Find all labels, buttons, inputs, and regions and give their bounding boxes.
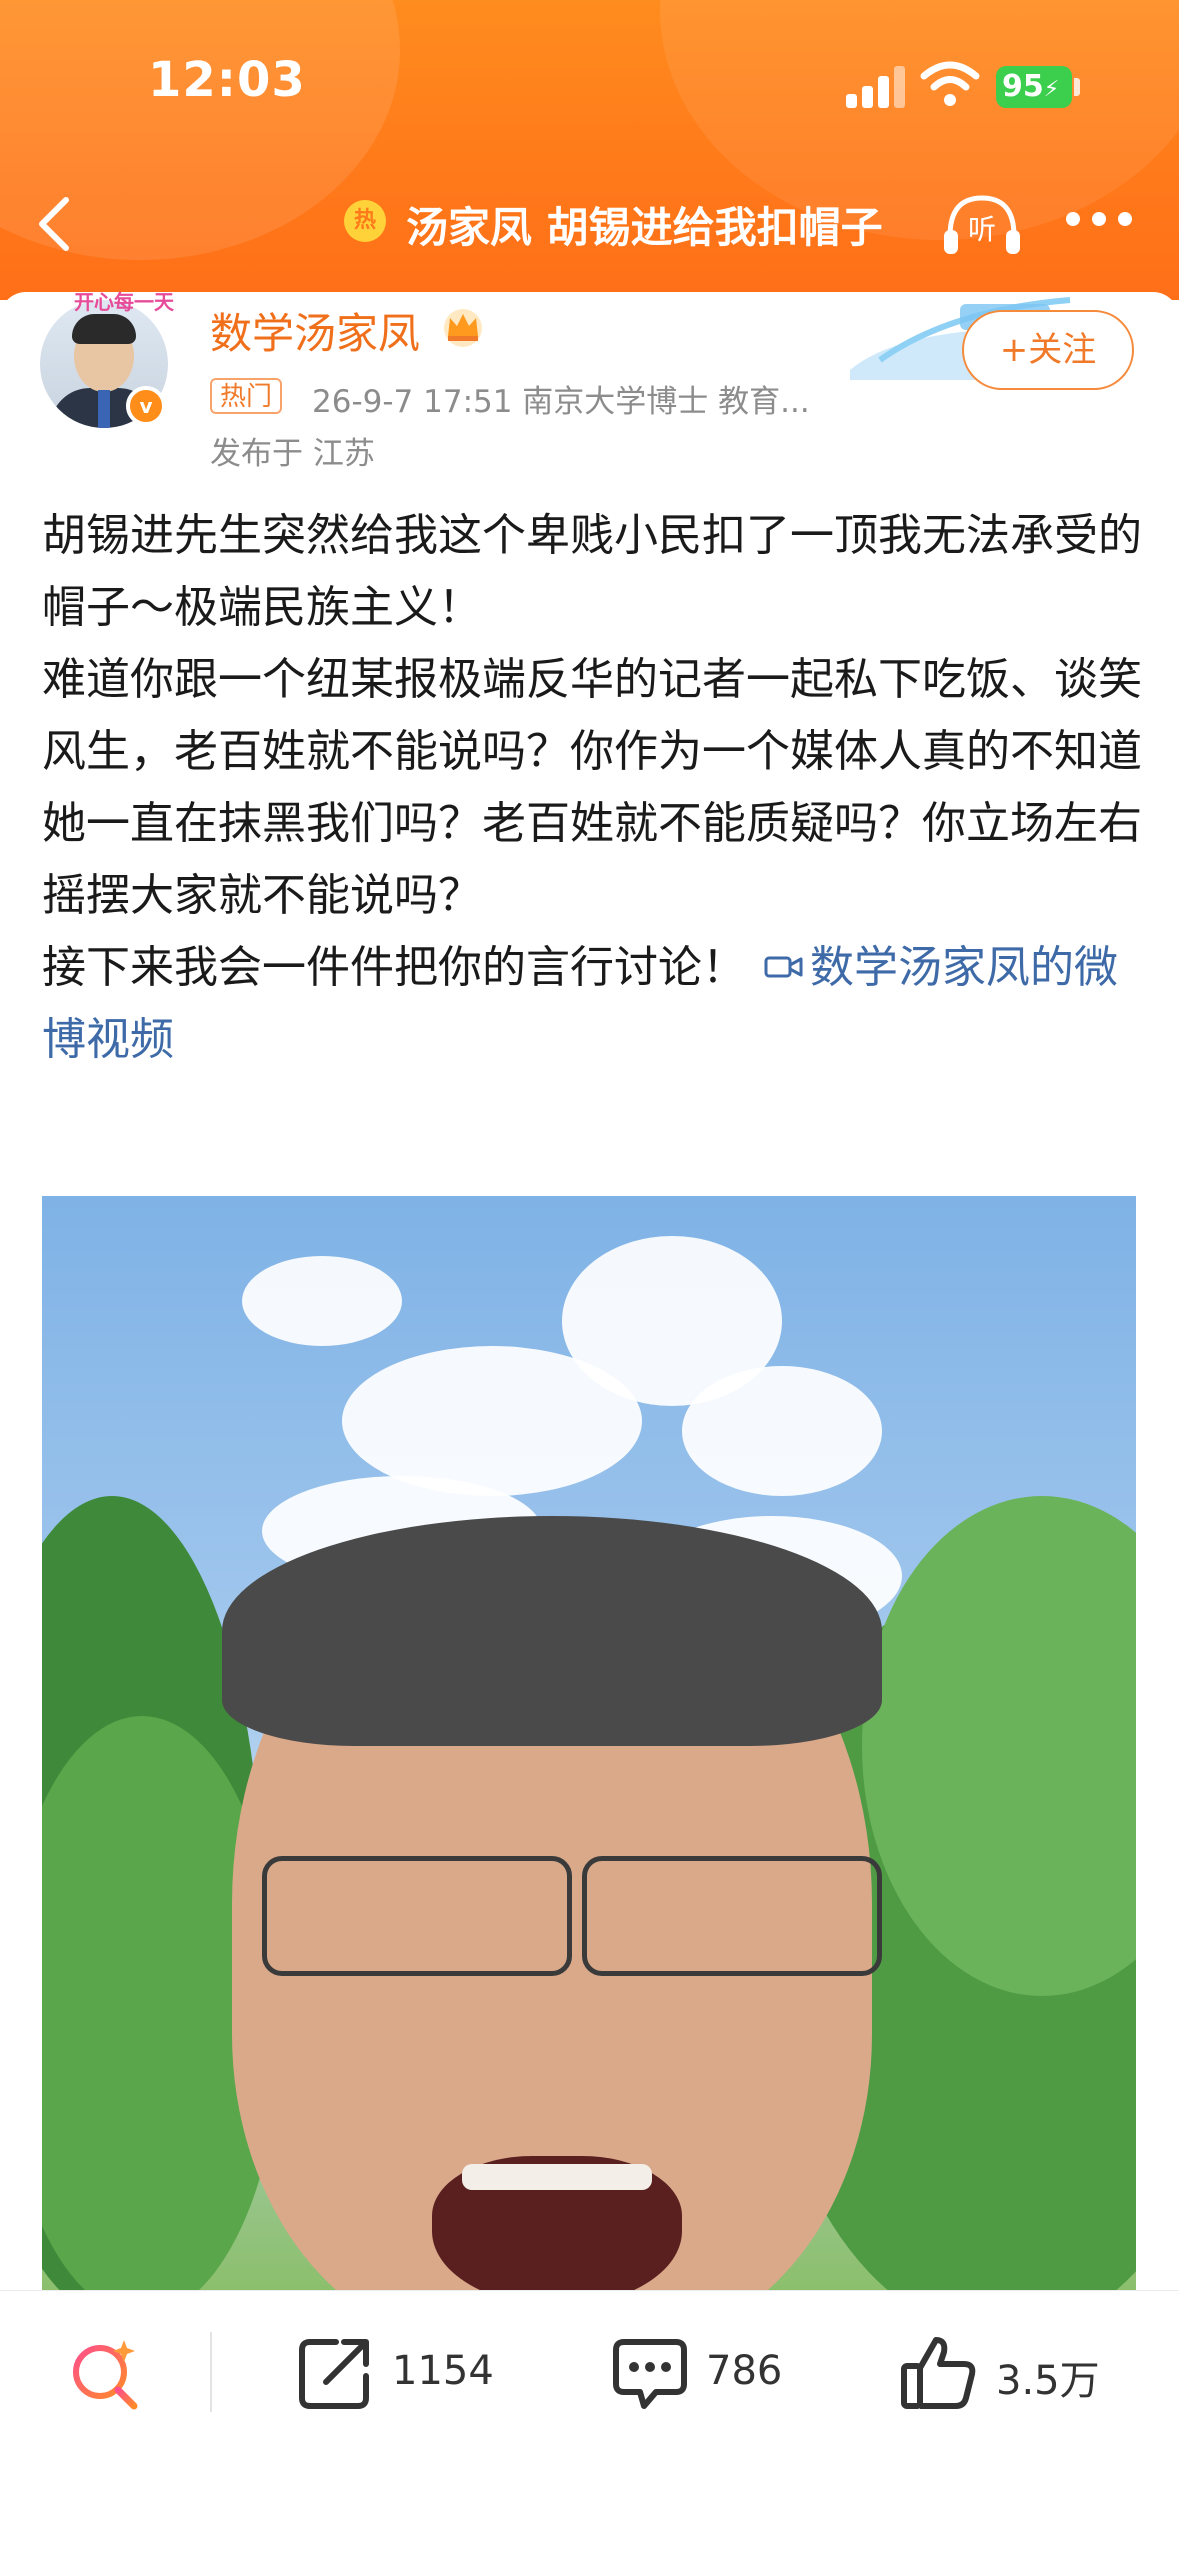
video-glasses-left [262, 1856, 572, 1976]
wifi-icon [920, 61, 980, 106]
like-count[interactable]: 3.5万 [996, 2348, 1100, 2406]
post-paragraph: 胡锡进先生突然给我这个卑贱小民扣了一顶我无法承受的帽子～极端民族主义！ [42, 510, 1142, 633]
post-location: 发布于 江苏 [210, 436, 375, 472]
bar-divider [210, 2332, 212, 2412]
cellular-signal-icon [846, 64, 908, 108]
post-meta: 26-9-7 17:51 南京大学博士 教育... [312, 384, 810, 420]
battery-tip [1074, 78, 1080, 96]
avatar-decoration-label: 开心每一天 [74, 290, 174, 314]
video-camera-icon [764, 956, 803, 978]
video-player[interactable] [42, 1196, 1136, 2290]
post-paragraph-last: 接下来我会一件件把你的言行讨论！ 数学汤家凤的微博视频 [42, 932, 1142, 1076]
comment-icon[interactable] [610, 2332, 690, 2412]
post-paragraph: 难道你跟一个纽某报极端反华的记者一起私下吃饭、谈笑风生，老百姓就不能说吗？你作为… [42, 654, 1142, 921]
like-icon[interactable] [898, 2332, 978, 2412]
battery-indicator: 95⚡ [996, 66, 1072, 108]
listen-label: 听 [968, 213, 997, 246]
video-teeth [462, 2164, 652, 2190]
more-icon[interactable] [1066, 212, 1138, 232]
author-name[interactable]: 数学汤家凤 [210, 300, 420, 361]
post-body: 胡锡进先生突然给我这个卑贱小民扣了一顶我无法承受的帽子～极端民族主义！ 难道你跟… [42, 500, 1142, 1076]
follow-button[interactable]: +关注 [962, 310, 1134, 390]
battery-level: 95 [1002, 69, 1044, 104]
back-icon[interactable] [30, 192, 80, 256]
repost-icon[interactable] [296, 2332, 376, 2412]
comment-count[interactable]: 786 [706, 2348, 782, 2394]
crown-icon [444, 309, 482, 347]
verified-badge-icon: v [126, 386, 166, 426]
page-title[interactable]: 汤家凤 胡锡进给我扣帽子 [406, 194, 883, 255]
video-person-hair [222, 1516, 882, 1746]
video-glasses-right [582, 1856, 882, 1976]
hot-topic-icon: 热 [344, 200, 386, 242]
hot-tag: 热门 [210, 378, 283, 414]
post-paragraph: 接下来我会一件件把你的言行讨论！ [42, 942, 746, 993]
repost-count[interactable]: 1154 [392, 2348, 494, 2394]
bottom-action-bar [0, 2290, 1179, 2557]
status-time: 12:03 [148, 52, 306, 108]
search-spark-icon[interactable] [66, 2332, 146, 2412]
